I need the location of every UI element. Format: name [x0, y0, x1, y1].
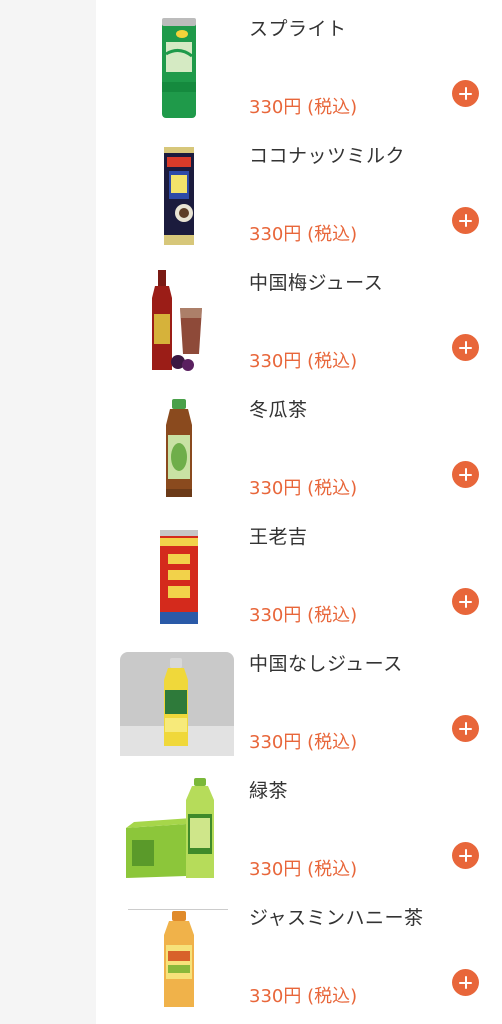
add-to-cart-button[interactable] — [452, 969, 479, 996]
product-item[interactable]: ココナッツミルク 330円 (税込) — [96, 127, 502, 254]
plum-juice-bottle-image — [152, 270, 202, 371]
product-image — [122, 766, 234, 884]
add-to-cart-button[interactable] — [452, 588, 479, 615]
plus-icon — [459, 341, 472, 354]
product-list: スプライト 330円 (税込) ココナッツミルク 330円 (税込) 中国梅ジュ… — [96, 0, 502, 1024]
product-price: 330円 (税込) — [249, 859, 358, 880]
product-price: 330円 (税込) — [249, 478, 358, 499]
green-tea-bottle-image — [126, 778, 214, 878]
product-item[interactable]: 王老吉 330円 (税込) — [96, 508, 502, 635]
product-price: 330円 (税込) — [249, 224, 358, 245]
product-name: ココナッツミルク — [249, 145, 406, 167]
product-price: 330円 (税込) — [249, 732, 358, 753]
add-to-cart-button[interactable] — [452, 715, 479, 742]
product-price: 330円 (税込) — [249, 351, 358, 372]
product-name: 冬瓜茶 — [249, 399, 308, 421]
plus-icon — [459, 468, 472, 481]
product-name: 緑茶 — [249, 780, 289, 802]
product-item[interactable]: 冬瓜茶 330円 (税込) — [96, 381, 502, 508]
product-image — [122, 258, 234, 376]
product-price: 330円 (税込) — [249, 986, 358, 1007]
add-to-cart-button[interactable] — [452, 80, 479, 107]
product-name: 中国なしジュース — [249, 653, 403, 675]
sprite-can-image — [162, 18, 196, 118]
winter-melon-tea-bottle-image — [166, 399, 192, 497]
product-image — [122, 893, 234, 1011]
plus-icon — [459, 976, 472, 989]
product-image — [120, 652, 234, 756]
product-image — [122, 131, 234, 249]
category-sidebar — [0, 0, 96, 1024]
product-item[interactable]: ジャスミンハニー茶 330円 (税込) — [96, 889, 502, 1016]
product-item[interactable]: 中国なしジュース 330円 (税込) — [96, 635, 502, 762]
product-image — [122, 385, 234, 503]
product-name: スプライト — [249, 18, 347, 40]
add-to-cart-button[interactable] — [452, 842, 479, 869]
jasmine-honey-tea-bottle-image — [128, 909, 228, 1007]
plus-icon — [459, 595, 472, 608]
product-item[interactable]: 緑茶 330円 (税込) — [96, 762, 502, 889]
plus-icon — [459, 849, 472, 862]
add-to-cart-button[interactable] — [452, 207, 479, 234]
product-image — [122, 512, 234, 630]
plus-icon — [459, 87, 472, 100]
pear-juice-bottle-image — [120, 658, 234, 756]
add-to-cart-button[interactable] — [452, 461, 479, 488]
product-item[interactable]: スプライト 330円 (税込) — [96, 0, 502, 127]
product-name: 王老吉 — [249, 526, 308, 548]
product-price: 330円 (税込) — [249, 97, 358, 118]
plus-icon — [459, 214, 472, 227]
plus-icon — [459, 722, 472, 735]
product-image — [122, 4, 234, 122]
wanglaoji-can-image — [160, 530, 198, 624]
product-name: ジャスミンハニー茶 — [249, 907, 424, 929]
product-name: 中国梅ジュース — [249, 272, 384, 294]
add-to-cart-button[interactable] — [452, 334, 479, 361]
coconut-milk-can-image — [164, 147, 194, 245]
product-item[interactable]: 中国梅ジュース 330円 (税込) — [96, 254, 502, 381]
product-price: 330円 (税込) — [249, 605, 358, 626]
